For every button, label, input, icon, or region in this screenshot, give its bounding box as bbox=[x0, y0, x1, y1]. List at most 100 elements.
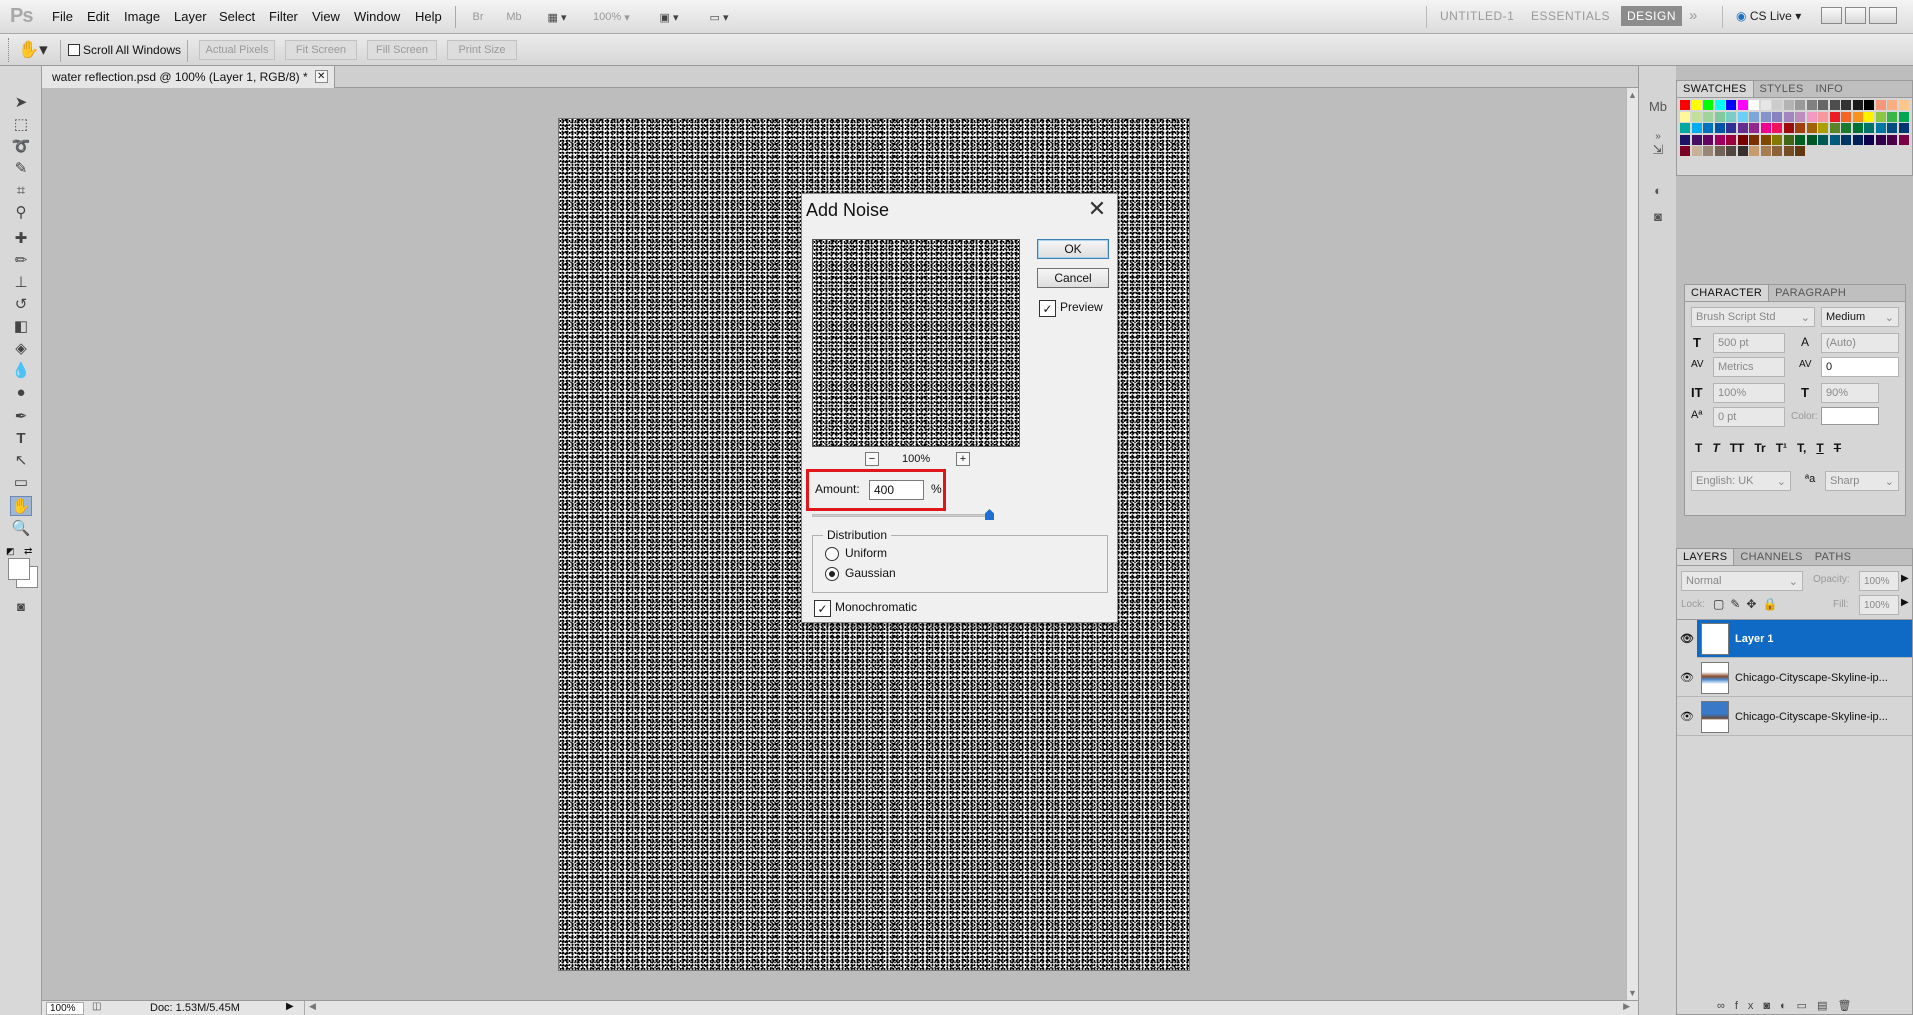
color-swatch[interactable] bbox=[1772, 100, 1782, 110]
workspace-design[interactable]: DESIGN bbox=[1621, 6, 1683, 26]
zoom-level-field[interactable]: 100% ▾ bbox=[586, 6, 642, 28]
color-swatch[interactable] bbox=[1737, 146, 1748, 156]
default-colors-icon[interactable]: ◩ bbox=[6, 546, 18, 556]
close-tab-icon[interactable]: ✕ bbox=[314, 70, 328, 83]
lock-icons[interactable]: ▢✎✥🔒 bbox=[1713, 597, 1783, 611]
gaussian-radio[interactable] bbox=[825, 567, 839, 581]
fill-field[interactable]: 100% bbox=[1859, 595, 1899, 615]
color-swatch[interactable] bbox=[1714, 123, 1725, 133]
color-swatch[interactable] bbox=[1783, 100, 1794, 110]
superscript-button[interactable]: T¹ bbox=[1776, 441, 1787, 455]
workspace-untitled-1[interactable]: UNTITLED-1 bbox=[1440, 9, 1514, 23]
scroll-up-icon[interactable]: ▲ bbox=[1628, 90, 1637, 100]
visibility-eye-icon[interactable]: 👁 bbox=[1677, 671, 1697, 684]
color-swatch[interactable] bbox=[1898, 134, 1909, 145]
color-swatch[interactable] bbox=[1841, 123, 1851, 133]
quick-mask-icon[interactable]: ◙ bbox=[10, 596, 32, 616]
status-zoom-field[interactable]: 100% bbox=[46, 1002, 84, 1015]
color-swatch[interactable] bbox=[1864, 123, 1874, 133]
faux-bold-button[interactable]: T bbox=[1695, 441, 1702, 455]
cs-live-button[interactable]: ◉ CS Live ▾ bbox=[1736, 9, 1801, 23]
color-swatch[interactable] bbox=[1726, 134, 1736, 145]
color-swatch[interactable] bbox=[1887, 100, 1897, 110]
tab-character[interactable]: CHARACTER bbox=[1685, 285, 1770, 301]
font-size-field[interactable]: 500 pt bbox=[1713, 333, 1785, 353]
zoom-in-button[interactable]: + bbox=[956, 452, 970, 466]
tab-styles[interactable]: STYLES bbox=[1754, 81, 1810, 97]
color-swatch[interactable] bbox=[1806, 134, 1817, 145]
color-swatch[interactable] bbox=[1772, 123, 1782, 133]
color-swatch[interactable] bbox=[1829, 134, 1840, 145]
color-swatch[interactable] bbox=[1818, 123, 1828, 133]
color-swatch[interactable] bbox=[1772, 146, 1782, 156]
arrange-documents-icon[interactable]: ▣ ▾ bbox=[652, 6, 686, 28]
color-swatch[interactable] bbox=[1749, 134, 1759, 145]
tab-swatches[interactable]: SWATCHES bbox=[1677, 81, 1754, 97]
color-swatch[interactable] bbox=[1703, 123, 1713, 133]
color-swatch[interactable] bbox=[1691, 100, 1702, 110]
subscript-button[interactable]: T, bbox=[1797, 441, 1806, 455]
color-swatch[interactable] bbox=[1726, 146, 1736, 156]
font-style-field[interactable]: Medium ⌄ bbox=[1821, 307, 1899, 327]
menu-file[interactable]: File bbox=[52, 9, 73, 24]
tab-paragraph[interactable]: PARAGRAPH bbox=[1769, 285, 1852, 301]
fit-screen-button[interactable]: Fit Screen bbox=[285, 40, 357, 60]
ok-button[interactable]: OK bbox=[1037, 239, 1109, 259]
color-swatch[interactable] bbox=[1737, 100, 1748, 110]
amount-slider-track[interactable] bbox=[812, 509, 994, 520]
tab-info[interactable]: INFO bbox=[1810, 81, 1849, 97]
history-brush-tool-icon[interactable]: ↺ bbox=[10, 294, 32, 314]
healing-brush-tool-icon[interactable]: ✚ bbox=[10, 228, 32, 248]
layer-row[interactable]: 👁 Layer 1 bbox=[1677, 619, 1912, 658]
language-field[interactable]: English: UK ⌄ bbox=[1691, 471, 1791, 491]
rectangle-tool-icon[interactable]: ▭ bbox=[10, 472, 32, 492]
color-swatch[interactable] bbox=[1749, 111, 1759, 122]
amount-input[interactable]: 400 bbox=[869, 480, 924, 500]
clone-stamp-tool-icon[interactable]: ⊥ bbox=[10, 272, 32, 292]
color-swatch[interactable] bbox=[1818, 134, 1828, 145]
color-swatch[interactable] bbox=[1714, 134, 1725, 145]
color-swatch[interactable] bbox=[1841, 100, 1851, 110]
document-tab[interactable]: water reflection.psd @ 100% (Layer 1, RG… bbox=[42, 66, 335, 88]
color-swatch[interactable] bbox=[1726, 100, 1736, 110]
hand-tool-icon[interactable]: ✋ bbox=[10, 496, 32, 516]
color-swatch[interactable] bbox=[1783, 146, 1794, 156]
history-panel-icon[interactable]: ⇲ bbox=[1647, 140, 1669, 160]
color-swatch[interactable] bbox=[1898, 111, 1909, 122]
restore-button[interactable] bbox=[1845, 7, 1866, 24]
all-caps-button[interactable]: TT bbox=[1730, 441, 1745, 455]
workspace-essentials[interactable]: ESSENTIALS bbox=[1531, 9, 1610, 23]
color-swatch[interactable] bbox=[1818, 111, 1828, 122]
foreground-color-swatch[interactable] bbox=[8, 558, 30, 580]
color-swatch[interactable] bbox=[1898, 100, 1909, 110]
color-swatch[interactable] bbox=[1887, 123, 1897, 133]
color-swatch[interactable] bbox=[1795, 123, 1805, 133]
type-tool-icon[interactable]: T bbox=[10, 428, 32, 448]
color-swatch[interactable] bbox=[1760, 111, 1771, 122]
leading-field[interactable]: (Auto) bbox=[1821, 333, 1899, 353]
horizontal-scale-field[interactable]: 90% bbox=[1821, 383, 1879, 403]
actual-pixels-button[interactable]: Actual Pixels bbox=[199, 40, 275, 60]
color-swatch[interactable] bbox=[1887, 111, 1897, 122]
color-swatch[interactable] bbox=[1726, 123, 1736, 133]
color-swatch[interactable] bbox=[1806, 123, 1817, 133]
mini-bridge-panel-icon[interactable]: Mb bbox=[1647, 96, 1669, 116]
scroll-left-icon[interactable]: ◀ bbox=[309, 1001, 316, 1012]
fill-screen-button[interactable]: Fill Screen bbox=[367, 40, 437, 60]
color-swatch[interactable] bbox=[1703, 146, 1713, 156]
color-swatch[interactable] bbox=[1806, 111, 1817, 122]
antialias-field[interactable]: Sharp ⌄ bbox=[1825, 471, 1899, 491]
small-caps-button[interactable]: Tr bbox=[1754, 441, 1765, 455]
color-swatch[interactable] bbox=[1829, 100, 1840, 110]
zoom-out-button[interactable]: − bbox=[865, 452, 879, 466]
tracking-field[interactable]: 0 bbox=[1821, 357, 1899, 377]
color-swatch[interactable] bbox=[1864, 134, 1874, 145]
menu-filter[interactable]: Filter bbox=[269, 9, 298, 24]
tab-paths[interactable]: PATHS bbox=[1809, 549, 1858, 565]
color-swatch[interactable] bbox=[1875, 100, 1886, 110]
color-swatch[interactable] bbox=[1875, 134, 1886, 145]
color-swatch[interactable] bbox=[1691, 134, 1702, 145]
color-swatch[interactable] bbox=[1737, 134, 1748, 145]
status-menu-arrow-icon[interactable]: ▶ bbox=[286, 1001, 294, 1012]
move-tool-icon[interactable]: ➤ bbox=[10, 92, 32, 112]
